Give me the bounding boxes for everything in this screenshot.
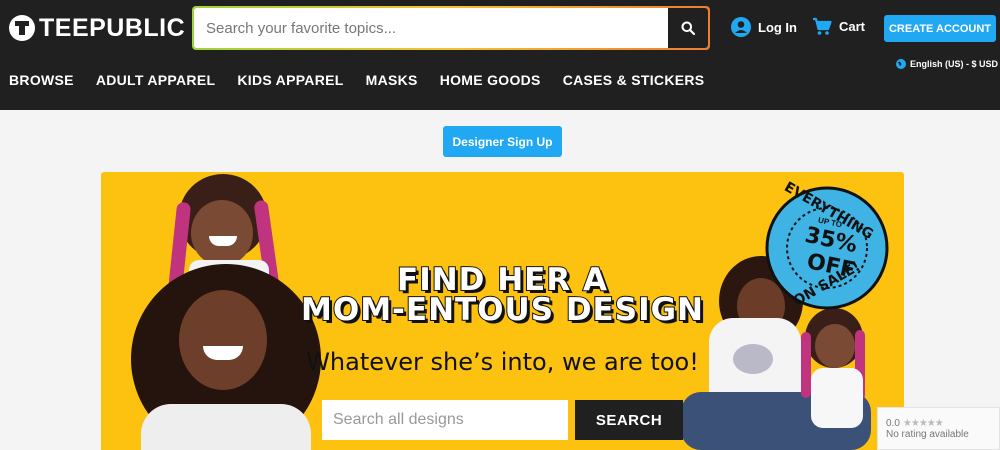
login-label: Log In bbox=[758, 19, 797, 35]
rating-widget[interactable]: 0.0 ★★★★★ No rating available bbox=[877, 407, 1000, 450]
locale-selector[interactable]: English (US) - $ USD bbox=[896, 59, 998, 69]
nav-item-home-goods[interactable]: HOME GOODS bbox=[440, 72, 541, 88]
header-search-input[interactable] bbox=[194, 8, 668, 48]
cart-link[interactable]: Cart bbox=[812, 17, 865, 36]
teepublic-logo[interactable]: TEEPUBLIC bbox=[9, 13, 185, 43]
hero-banner: EVERYTHING UP TO 35% OFF ON SALE! FIND H… bbox=[101, 172, 904, 450]
hero-title-line2: MOM-ENTOUS DESIGN bbox=[300, 291, 704, 329]
nav-item-browse[interactable]: BROWSE bbox=[9, 72, 74, 88]
rating-text: No rating available bbox=[886, 429, 969, 440]
nav-item-adult-apparel[interactable]: ADULT APPAREL bbox=[96, 72, 216, 88]
nav-item-kids-apparel[interactable]: KIDS APPAREL bbox=[237, 72, 343, 88]
logo-tshirt-icon bbox=[9, 15, 35, 41]
hero-search-button[interactable]: SEARCH bbox=[575, 400, 683, 440]
hero-subtitle: Whatever she’s into, we are too! bbox=[306, 348, 699, 376]
nav-item-cases-stickers[interactable]: CASES & STICKERS bbox=[563, 72, 705, 88]
user-icon bbox=[731, 17, 751, 37]
nav-item-masks[interactable]: MASKS bbox=[366, 72, 418, 88]
globe-icon bbox=[896, 59, 906, 69]
top-header: TEEPUBLIC Log In Cart CRE bbox=[0, 0, 1000, 110]
designer-signup-button[interactable]: Designer Sign Up bbox=[443, 126, 562, 157]
main-nav: BROWSE ADULT APPAREL KIDS APPAREL MASKS … bbox=[9, 72, 726, 88]
cart-label: Cart bbox=[839, 19, 866, 34]
header-search bbox=[192, 6, 710, 50]
cart-icon bbox=[813, 17, 832, 35]
hero-search-input[interactable] bbox=[322, 400, 568, 440]
rating-stars-icon: ★★★★★ bbox=[902, 418, 944, 429]
rating-score: 0.0 bbox=[886, 418, 900, 429]
logo-text: TEEPUBLIC bbox=[39, 14, 186, 42]
search-icon bbox=[681, 21, 695, 35]
locale-label: English (US) - $ USD bbox=[910, 59, 999, 69]
login-link[interactable]: Log In bbox=[731, 17, 797, 37]
header-search-button[interactable] bbox=[668, 8, 708, 48]
create-account-button[interactable]: CREATE ACCOUNT bbox=[884, 15, 996, 42]
